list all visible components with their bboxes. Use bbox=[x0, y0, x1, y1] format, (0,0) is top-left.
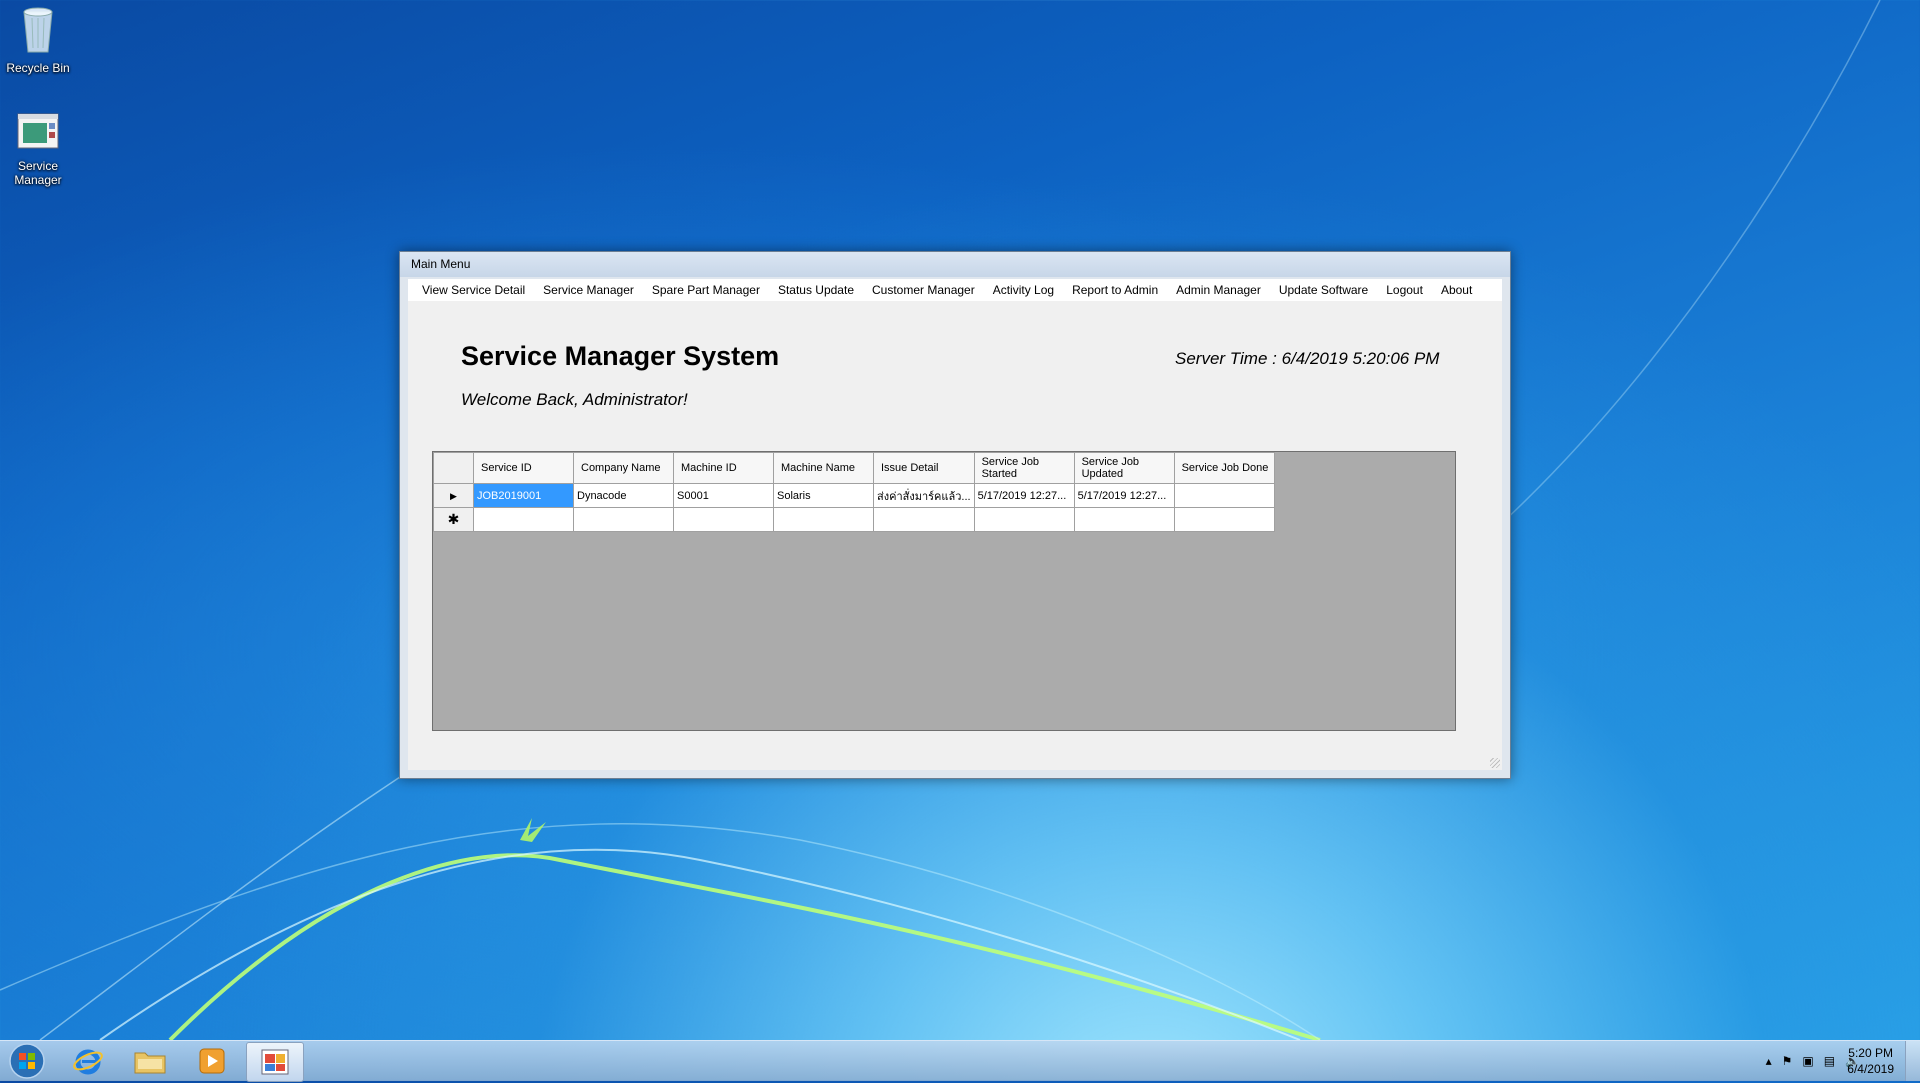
table-new-row[interactable]: ✱ bbox=[433, 507, 1275, 532]
new-cell-service-job-started[interactable] bbox=[973, 507, 1075, 532]
window-titlebar[interactable]: Main Menu bbox=[400, 252, 1510, 277]
taskbar: ▴ ⚑ ▣ ▤ 🔈 5:20 PM 6/4/2019 bbox=[0, 1040, 1920, 1082]
menu-logout[interactable]: Logout bbox=[1377, 279, 1432, 301]
row-header-current[interactable]: ▶ bbox=[433, 483, 474, 508]
new-cell-company-name[interactable] bbox=[573, 507, 674, 532]
new-cell-machine-name[interactable] bbox=[773, 507, 874, 532]
column-header-machine-name[interactable]: Machine Name bbox=[773, 452, 874, 484]
new-cell-machine-id[interactable] bbox=[673, 507, 774, 532]
column-header-machine-id[interactable]: Machine ID bbox=[673, 452, 774, 484]
window-client-area: View Service Detail Service Manager Spar… bbox=[408, 279, 1502, 770]
app-title: Service Manager System bbox=[461, 341, 780, 371]
media-player-icon bbox=[199, 1048, 225, 1074]
desktop-icon-service-manager[interactable]: Service Manager bbox=[0, 112, 76, 187]
internet-explorer-icon bbox=[73, 1049, 103, 1075]
menu-status-update[interactable]: Status Update bbox=[769, 279, 863, 301]
cell-service-job-started[interactable]: 5/17/2019 12:27... bbox=[973, 483, 1075, 508]
desktop-icon-label: Service Manager bbox=[14, 159, 62, 187]
taskbar-media-player[interactable] bbox=[184, 1042, 240, 1080]
welcome-message: Welcome Back, Administrator! bbox=[461, 390, 688, 409]
grid-corner-header[interactable] bbox=[433, 452, 474, 484]
column-header-issue-detail[interactable]: Issue Detail bbox=[873, 452, 975, 484]
menu-service-manager[interactable]: Service Manager bbox=[534, 279, 643, 301]
network-icon[interactable]: ▤ bbox=[1824, 1054, 1835, 1068]
show-desktop-button[interactable] bbox=[1905, 1041, 1920, 1081]
menu-bar: View Service Detail Service Manager Spar… bbox=[408, 279, 1502, 301]
taskbar-clock[interactable]: 5:20 PM 6/4/2019 bbox=[1847, 1045, 1894, 1077]
table-row[interactable]: ▶ JOB2019001 Dynacode S0001 Solaris ส่งค… bbox=[433, 483, 1275, 508]
window-resize-grip[interactable] bbox=[1490, 758, 1500, 768]
menu-report-to-admin[interactable]: Report to Admin bbox=[1063, 279, 1167, 301]
menu-view-service-detail[interactable]: View Service Detail bbox=[413, 279, 534, 301]
column-header-company-name[interactable]: Company Name bbox=[573, 452, 674, 484]
server-time-label: Server Time : bbox=[1175, 349, 1277, 368]
desktop-icon-recycle-bin[interactable]: Recycle Bin bbox=[0, 6, 76, 75]
start-orb-icon bbox=[9, 1043, 45, 1079]
cell-company-name[interactable]: Dynacode bbox=[573, 483, 674, 508]
cell-service-job-updated[interactable]: 5/17/2019 12:27... bbox=[1073, 483, 1175, 508]
start-button[interactable] bbox=[4, 1042, 50, 1080]
cell-machine-name[interactable]: Solaris bbox=[773, 483, 874, 508]
cell-service-id[interactable]: JOB2019001 bbox=[473, 483, 574, 508]
menu-spare-part-manager[interactable]: Spare Part Manager bbox=[643, 279, 769, 301]
column-header-service-id[interactable]: Service ID bbox=[473, 452, 574, 484]
file-explorer-icon bbox=[134, 1052, 166, 1074]
menu-customer-manager[interactable]: Customer Manager bbox=[863, 279, 984, 301]
taskbar-service-manager[interactable] bbox=[246, 1042, 304, 1082]
system-tray: ▴ ⚑ ▣ ▤ 🔈 bbox=[1766, 1041, 1860, 1081]
show-hidden-icons-icon[interactable]: ▴ bbox=[1766, 1054, 1772, 1068]
cell-service-job-done[interactable] bbox=[1173, 483, 1275, 508]
cell-machine-id[interactable]: S0001 bbox=[673, 483, 774, 508]
column-header-service-job-started[interactable]: Service Job Started bbox=[973, 452, 1075, 484]
desktop-icon-label: Recycle Bin bbox=[6, 61, 70, 75]
row-header-new[interactable]: ✱ bbox=[433, 507, 474, 532]
column-header-service-job-done[interactable]: Service Job Done bbox=[1173, 452, 1275, 484]
service-jobs-grid[interactable]: Service ID Company Name Machine ID Machi… bbox=[432, 451, 1456, 731]
service-manager-icon bbox=[0, 112, 76, 155]
menu-activity-log[interactable]: Activity Log bbox=[984, 279, 1063, 301]
taskbar-file-explorer[interactable] bbox=[122, 1042, 178, 1080]
new-cell-service-job-done[interactable] bbox=[1173, 507, 1275, 532]
new-row-marker: ✱ bbox=[447, 511, 460, 527]
server-time: Server Time : 6/4/2019 5:20:06 PM bbox=[1175, 349, 1439, 369]
device-icon[interactable]: ▣ bbox=[1802, 1054, 1813, 1068]
new-cell-issue-detail[interactable] bbox=[873, 507, 975, 532]
service-jobs-table: Service ID Company Name Machine ID Machi… bbox=[433, 452, 1275, 532]
new-cell-service-id[interactable] bbox=[473, 507, 574, 532]
menu-admin-manager[interactable]: Admin Manager bbox=[1167, 279, 1270, 301]
recycle-bin-icon bbox=[0, 6, 76, 57]
grid-header-row: Service ID Company Name Machine ID Machi… bbox=[433, 452, 1275, 484]
menu-update-software[interactable]: Update Software bbox=[1270, 279, 1377, 301]
new-cell-service-job-updated[interactable] bbox=[1073, 507, 1175, 532]
taskbar-internet-explorer[interactable] bbox=[60, 1042, 116, 1080]
cell-issue-detail[interactable]: ส่งค่าสั่งมาร์คแล้ว... bbox=[873, 483, 975, 508]
action-center-flag-icon[interactable]: ⚑ bbox=[1782, 1054, 1793, 1068]
current-row-marker: ▶ bbox=[450, 490, 457, 501]
menu-about[interactable]: About bbox=[1432, 279, 1481, 301]
server-time-value: 6/4/2019 5:20:06 PM bbox=[1281, 349, 1440, 368]
column-header-service-job-updated[interactable]: Service Job Updated bbox=[1073, 452, 1175, 484]
clock-date: 6/4/2019 bbox=[1847, 1062, 1894, 1076]
clock-time: 5:20 PM bbox=[1848, 1046, 1893, 1060]
service-manager-app-icon bbox=[261, 1049, 289, 1075]
main-menu-window[interactable]: Main Menu View Service Detail Service Ma… bbox=[399, 251, 1511, 779]
